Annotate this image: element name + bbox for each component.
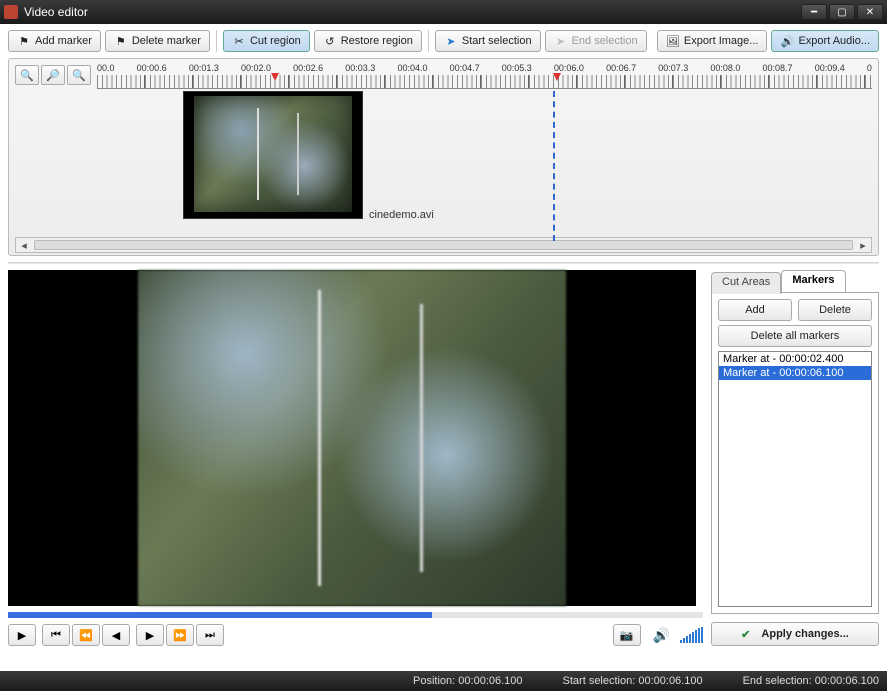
start-selection-button[interactable]: ➤Start selection — [435, 30, 541, 52]
status-bar: Position: 00:00:06.100 Start selection: … — [0, 671, 887, 691]
list-item[interactable]: Marker at - 00:00:02.400 — [719, 352, 871, 366]
app-icon — [4, 5, 18, 19]
restore-region-button[interactable]: ↺Restore region — [314, 30, 422, 52]
panel-divider[interactable] — [8, 262, 879, 264]
video-preview — [8, 270, 696, 606]
skip-start-icon: ⏮ — [51, 629, 61, 642]
main-toolbar: ⚑Add marker ⚑Delete marker ✂Cut region ↺… — [8, 30, 879, 52]
delete-all-markers-button[interactable]: Delete all markers — [718, 325, 872, 347]
cut-region-button[interactable]: ✂Cut region — [223, 30, 310, 52]
list-item[interactable]: Marker at - 00:00:06.100 — [719, 366, 871, 380]
transport-controls: ▶ ⏮ ⏪ ◀ ▶ ⏩ ⏭ 📷 🔊 — [8, 624, 703, 646]
titlebar: Video editor ━ ▢ ✕ — [0, 0, 887, 24]
goto-end-button[interactable]: ⏭ — [196, 624, 224, 646]
tab-markers[interactable]: Markers — [781, 270, 845, 292]
zoom-controls: 🔍 🔎 🔍 — [15, 63, 91, 85]
flag-red-icon: ⚑ — [17, 34, 31, 48]
progress-fill — [8, 612, 432, 618]
rewind-icon: ⏪ — [79, 629, 93, 642]
timeline-ruler[interactable]: 00.000:00.600:01.300:02.000:02.600:03.30… — [97, 63, 872, 235]
marker-indicator[interactable] — [271, 73, 279, 81]
play-button[interactable]: ▶ — [8, 624, 36, 646]
marker-add-button[interactable]: Add — [718, 299, 792, 321]
play-icon: ▶ — [18, 629, 26, 642]
step-forward-icon: ▶ — [146, 629, 154, 642]
check-icon: ✔ — [741, 628, 750, 641]
side-tabs: Cut Areas Markers — [711, 270, 879, 292]
progress-bar[interactable] — [8, 612, 703, 618]
scroll-right-button[interactable]: ▸ — [855, 238, 871, 252]
zoom-in-icon: 🔍 — [20, 69, 34, 82]
preview-frame — [138, 270, 566, 606]
status-position: Position: 00:00:06.100 — [413, 675, 523, 687]
scrollbar-thumb[interactable] — [34, 240, 853, 250]
arrow-right-grey-icon: ➤ — [554, 34, 568, 48]
export-image-button[interactable]: 🖼Export Image... — [657, 30, 768, 52]
close-button[interactable]: ✕ — [857, 4, 883, 20]
add-marker-button[interactable]: ⚑Add marker — [8, 30, 101, 52]
fast-forward-icon: ⏩ — [173, 629, 187, 642]
step-back-icon: ◀ — [112, 629, 120, 642]
playhead-indicator[interactable] — [553, 73, 561, 81]
scissors-icon: ✂ — [232, 34, 246, 48]
volume-meter[interactable] — [680, 627, 703, 643]
fast-forward-button[interactable]: ⏩ — [166, 624, 194, 646]
markers-list[interactable]: Marker at - 00:00:02.400Marker at - 00:0… — [718, 351, 872, 607]
image-export-icon: 🖼 — [666, 34, 680, 48]
goto-start-button[interactable]: ⏮ — [42, 624, 70, 646]
zoom-out-button[interactable]: 🔎 — [41, 65, 65, 85]
clip-filename: cinedemo.avi — [369, 209, 434, 221]
window-title: Video editor — [24, 5, 799, 19]
skip-end-icon: ⏭ — [205, 629, 215, 642]
snapshot-button[interactable]: 📷 — [613, 624, 641, 646]
rewind-button[interactable]: ⏪ — [72, 624, 100, 646]
markers-panel: Add Delete Delete all markers Marker at … — [711, 292, 879, 614]
timeline-panel: 🔍 🔎 🔍 00.000:00.600:01.300:02.000:02.600… — [8, 58, 879, 256]
step-back-button[interactable]: ◀ — [102, 624, 130, 646]
status-start-selection: Start selection: 00:00:06.100 — [563, 675, 703, 687]
marker-delete-button[interactable]: Delete — [798, 299, 872, 321]
apply-changes-button[interactable]: ✔ Apply changes... — [711, 622, 879, 646]
video-clip[interactable] — [183, 91, 363, 219]
separator — [216, 30, 217, 52]
flag-remove-icon: ⚑ — [114, 34, 128, 48]
audio-export-icon: 🔊 — [780, 34, 794, 48]
end-selection-button: ➤End selection — [545, 30, 647, 52]
zoom-in-button[interactable]: 🔍 — [15, 65, 39, 85]
zoom-fit-button[interactable]: 🔍 — [67, 65, 91, 85]
timeline-scrollbar[interactable]: ◂ ▸ — [15, 237, 872, 253]
clip-track[interactable]: cinedemo.avi — [97, 91, 872, 235]
scroll-left-button[interactable]: ◂ — [16, 238, 32, 252]
zoom-out-icon: 🔎 — [46, 69, 60, 82]
camera-icon: 📷 — [620, 629, 634, 642]
delete-marker-button[interactable]: ⚑Delete marker — [105, 30, 210, 52]
maximize-button[interactable]: ▢ — [829, 4, 855, 20]
arrow-right-blue-icon: ➤ — [444, 34, 458, 48]
clip-thumbnail — [194, 96, 352, 212]
speaker-icon[interactable]: 🔊 — [653, 627, 670, 644]
minimize-button[interactable]: ━ — [801, 4, 827, 20]
playhead-line[interactable] — [553, 91, 555, 241]
separator — [428, 30, 429, 52]
status-end-selection: End selection: 00:00:06.100 — [743, 675, 879, 687]
export-audio-button[interactable]: 🔊Export Audio... — [771, 30, 879, 52]
restore-icon: ↺ — [323, 34, 337, 48]
zoom-fit-icon: 🔍 — [72, 69, 86, 82]
step-forward-button[interactable]: ▶ — [136, 624, 164, 646]
tab-cut-areas[interactable]: Cut Areas — [711, 272, 781, 294]
